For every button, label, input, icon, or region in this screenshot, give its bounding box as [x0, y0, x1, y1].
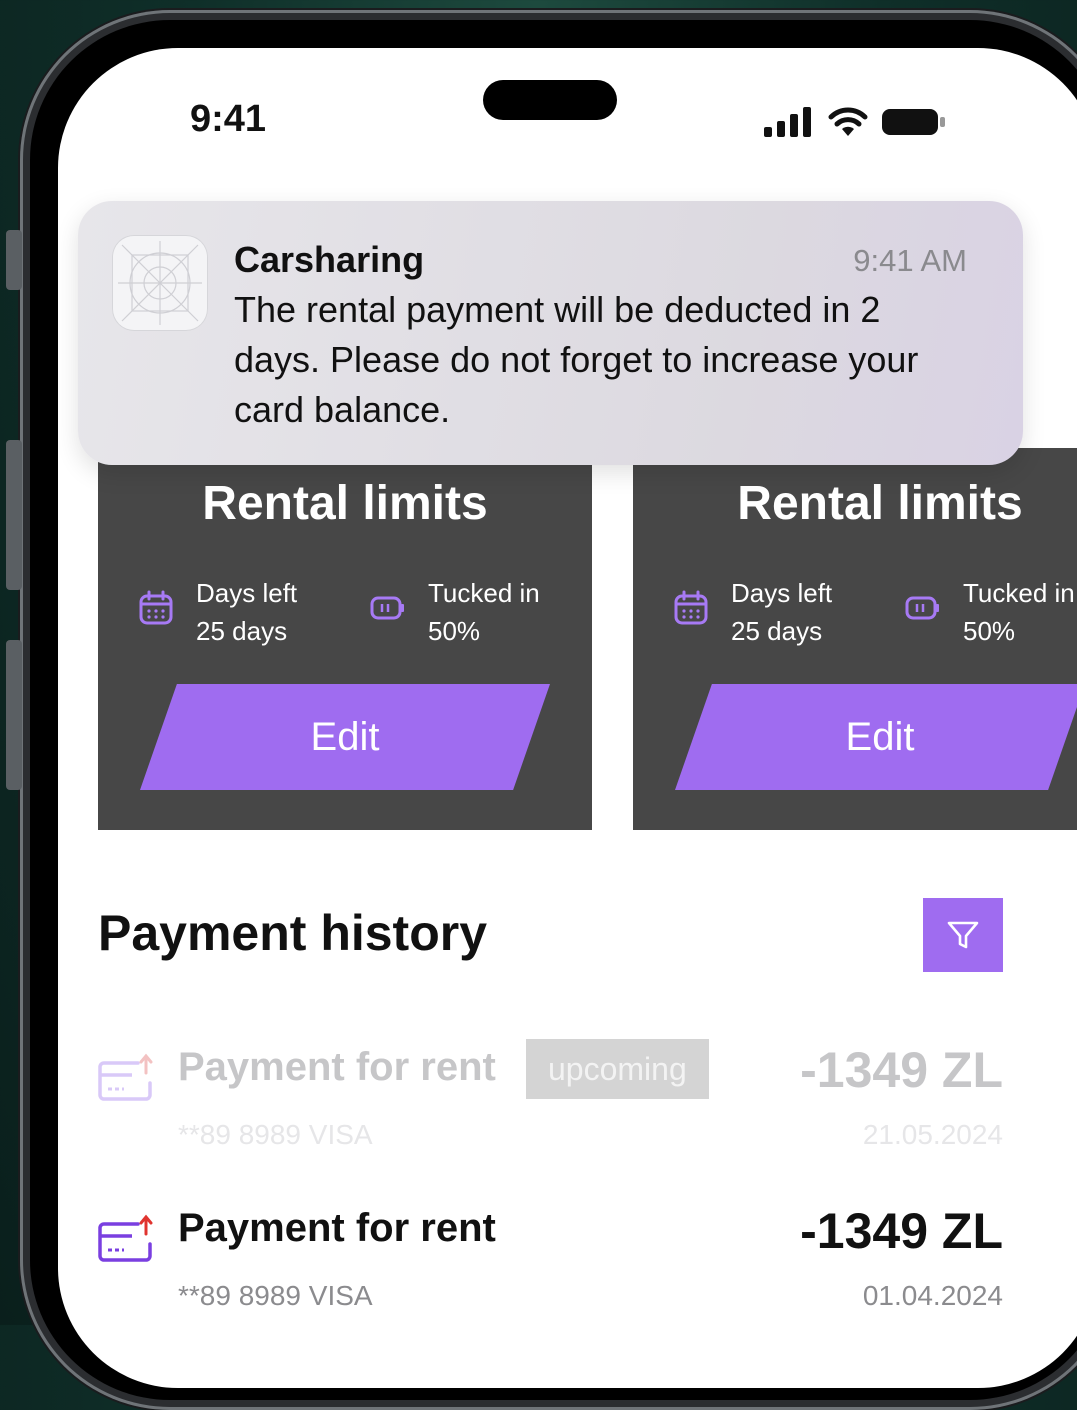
filter-icon	[947, 921, 979, 949]
battery-icon	[882, 109, 945, 135]
side-button	[6, 230, 22, 290]
notification-app-name: Carsharing	[234, 239, 425, 280]
notification-message: The rental payment will be deducted in 2…	[234, 289, 919, 430]
notification-time: 9:41 AM	[853, 243, 967, 278]
rental-limits-card: Rental limits Days left 25 days Tucked i…	[633, 448, 1077, 830]
payment-card: **89 8989 VISA	[178, 1280, 373, 1311]
days-left-stat: Days left 25 days	[138, 574, 297, 650]
card-outgoing-icon	[98, 1214, 153, 1262]
tucked-in-stat: Tucked in 50%	[370, 574, 540, 650]
card-title: Rental limits	[202, 477, 488, 530]
push-notification[interactable]: Carsharing 9:41 AM The rental payment wi…	[78, 201, 1023, 465]
rental-limits-card: Rental limits Days left 25 days Tucked i…	[98, 448, 592, 830]
side-button	[6, 640, 22, 790]
calendar-icon	[139, 590, 173, 625]
payment-date: 21.05.2024	[862, 1119, 1003, 1150]
battery-charge-icon	[905, 596, 939, 620]
tucked-in-value: 50%	[963, 616, 1016, 646]
calendar-icon	[674, 590, 708, 625]
status-time: 9:41	[190, 98, 267, 140]
days-left-stat: Days left 25 days	[673, 574, 832, 650]
payment-history-title: Payment history	[98, 905, 488, 961]
payment-row[interactable]: Payment for rent upcoming **89 8989 VISA…	[98, 1039, 1003, 1161]
wifi-icon	[828, 107, 868, 136]
app-placeholder-icon	[118, 241, 202, 325]
card-outgoing-icon	[98, 1053, 153, 1101]
filter-button[interactable]	[923, 898, 1003, 972]
status-icons	[764, 106, 946, 138]
dynamic-island	[483, 80, 617, 120]
payment-card: **89 8989 VISA	[178, 1119, 373, 1150]
days-left-label: Days left	[731, 578, 833, 608]
status-badge: upcoming	[526, 1039, 709, 1099]
battery-charge-icon	[370, 596, 404, 620]
tucked-in-value: 50%	[428, 616, 481, 646]
side-button	[6, 440, 22, 590]
payment-row[interactable]: Payment for rent **89 8989 VISA -1349 ZL…	[98, 1202, 1003, 1322]
signal-icon	[764, 107, 811, 137]
payment-date: 01.04.2024	[862, 1280, 1003, 1311]
card-title: Rental limits	[737, 477, 1023, 530]
payment-amount: -1349 ZL	[800, 1042, 1003, 1098]
days-left-value: 25 days	[731, 616, 823, 646]
payment-title: Payment for rent	[178, 1045, 496, 1089]
app-icon	[112, 235, 208, 331]
tucked-in-stat: Tucked in 50%	[905, 574, 1075, 650]
edit-button[interactable]: Edit	[675, 684, 1077, 790]
tucked-in-label: Tucked in	[963, 578, 1075, 608]
edit-button[interactable]: Edit	[140, 684, 550, 790]
days-left-value: 25 days	[196, 616, 288, 646]
phone-screen: 9:41 Rental limits Days left 25 days Tuc…	[58, 48, 1077, 1388]
payment-title: Payment for rent	[178, 1206, 496, 1250]
days-left-label: Days left	[196, 578, 298, 608]
payment-amount: -1349 ZL	[800, 1203, 1003, 1259]
tucked-in-label: Tucked in	[428, 578, 540, 608]
